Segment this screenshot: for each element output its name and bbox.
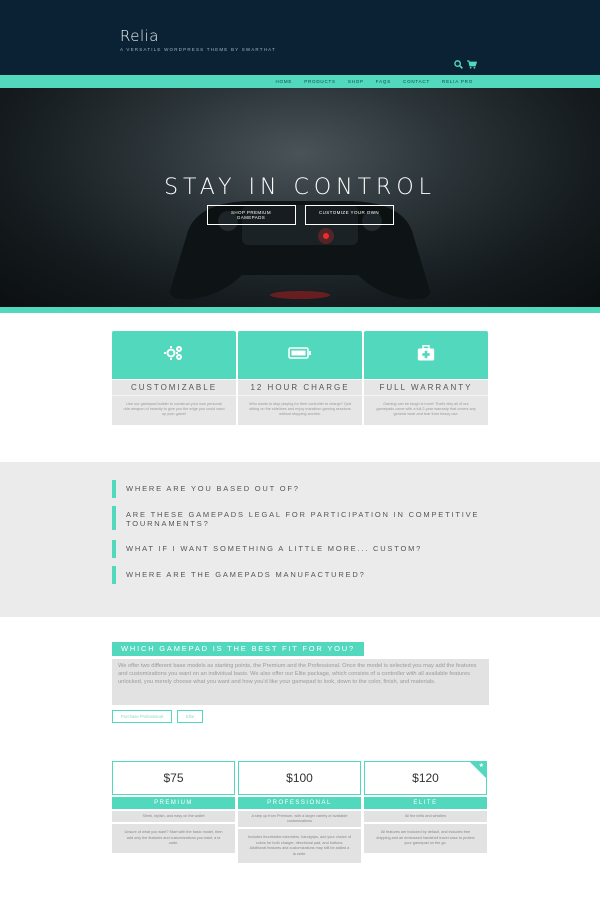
- plan-tagline: All the bells and whistles: [364, 811, 487, 822]
- feature-title: 12 Hour Charge: [238, 379, 362, 395]
- nav-item-contact[interactable]: Contact: [397, 79, 436, 84]
- search-icon[interactable]: [454, 60, 463, 69]
- header-icons: [454, 60, 477, 69]
- customize-button[interactable]: Customize your own: [304, 205, 394, 225]
- plan-tagline: Sleek, stylish, and easy on the wallet: [112, 811, 235, 822]
- nav-item-shop[interactable]: Shop: [342, 79, 370, 84]
- site-logo[interactable]: Relia: [120, 27, 159, 45]
- plan-features: Unsure of what you want? Start with the …: [112, 824, 235, 853]
- plan-features: All features are included by default, an…: [364, 824, 487, 853]
- main-nav-bar: Home Products Shop FAQs Contact Relia Pr…: [0, 75, 600, 88]
- plan-features: Includes thumbstick extenders, handgrips…: [238, 829, 361, 863]
- battery-icon: [288, 346, 312, 364]
- feature-customizable: Customizable Use our gamepad builder to …: [112, 331, 236, 425]
- hero-buttons: Shop Premium Gamepads Customize your own: [0, 205, 600, 225]
- gears-icon: [164, 344, 184, 367]
- faq-item[interactable]: Where are the gamepads manufactured?: [112, 566, 366, 584]
- faq-item[interactable]: Where are you based out of?: [112, 480, 300, 498]
- hero-banner: STAY IN CONTROL Shop Premium Gamepads Cu…: [0, 88, 600, 307]
- site-tagline: A versatile WordPress theme by Swarthat: [120, 47, 276, 52]
- feature-icon-box: [364, 331, 488, 379]
- feature-desc: Gaming can be tough is more! That's why …: [364, 395, 488, 425]
- main-nav: Home Products Shop FAQs Contact Relia Pr…: [269, 75, 479, 88]
- nav-item-home[interactable]: Home: [269, 79, 298, 84]
- feature-12-hour-charge: 12 Hour Charge Who wants to stop playing…: [238, 331, 362, 425]
- plan-name: Premium: [112, 797, 235, 809]
- feature-icon-box: [112, 331, 236, 379]
- which-gamepad-links: Purchase Professional Elite: [112, 710, 204, 723]
- pricing-table: $75 Premium Sleek, stylish, and easy on …: [112, 761, 488, 863]
- plan-name: Professional: [238, 797, 361, 809]
- accent-divider: [0, 307, 600, 313]
- shop-premium-button[interactable]: Shop Premium Gamepads: [206, 205, 296, 225]
- faq-question[interactable]: Where are the gamepads manufactured?: [126, 566, 366, 579]
- cart-icon[interactable]: [467, 60, 477, 69]
- feature-desc: Who wants to stop playing for their cont…: [238, 395, 362, 425]
- which-gamepad-heading: Which gamepad is the best fit for you?: [112, 642, 364, 656]
- plan-professional: $100 Professional A step up from Premium…: [238, 761, 361, 863]
- feature-title: Customizable: [112, 379, 236, 395]
- plan-name: Elite: [364, 797, 487, 809]
- features-row: Customizable Use our gamepad builder to …: [112, 331, 488, 425]
- faq-question[interactable]: What if I want something a little more..…: [126, 540, 422, 553]
- nav-item-faqs[interactable]: FAQs: [370, 79, 397, 84]
- star-icon: ★: [478, 763, 484, 769]
- faq-item[interactable]: Are these gamepads legal for participati…: [112, 506, 486, 530]
- first-aid-icon: [417, 344, 435, 366]
- feature-desc: Use our gamepad builder to construct you…: [112, 395, 236, 425]
- faq-question[interactable]: Where are you based out of?: [126, 480, 300, 493]
- which-gamepad-body: We offer two different base models as st…: [112, 659, 489, 705]
- site-header: Relia A versatile WordPress theme by Swa…: [0, 0, 600, 75]
- purchase-professional-link[interactable]: Purchase Professional: [112, 710, 172, 723]
- plan-premium: $75 Premium Sleek, stylish, and easy on …: [112, 761, 235, 863]
- nav-item-relia-pro[interactable]: Relia Pro: [436, 79, 479, 84]
- nav-item-products[interactable]: Products: [298, 79, 342, 84]
- faq-item[interactable]: What if I want something a little more..…: [112, 540, 422, 558]
- plan-price: $75: [112, 761, 235, 795]
- feature-icon-box: [238, 331, 362, 379]
- plan-price: $100: [238, 761, 361, 795]
- elite-link[interactable]: Elite: [176, 710, 204, 723]
- feature-title: Full Warranty: [364, 379, 488, 395]
- plan-elite: $120 ★ Elite All the bells and whistles …: [364, 761, 487, 863]
- feature-full-warranty: Full Warranty Gaming can be tough is mor…: [364, 331, 488, 425]
- hero-title: STAY IN CONTROL: [164, 175, 436, 200]
- plan-tagline: A step up from Premium, with a larger va…: [238, 811, 361, 827]
- faq-question[interactable]: Are these gamepads legal for participati…: [126, 506, 486, 528]
